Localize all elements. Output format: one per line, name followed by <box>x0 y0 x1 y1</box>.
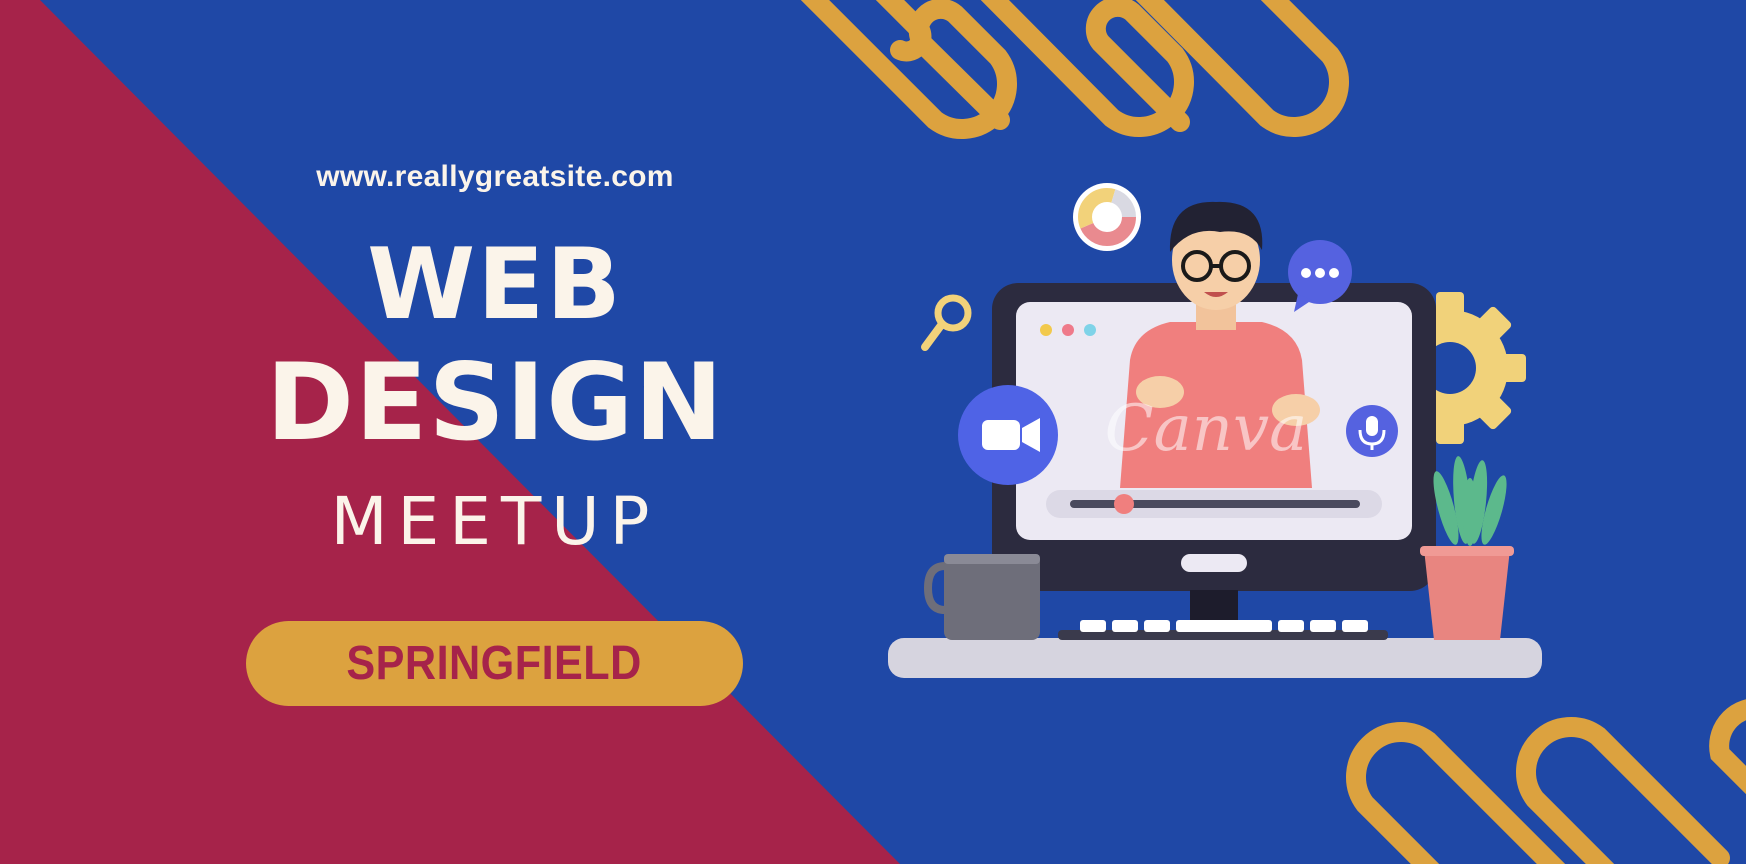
plant-icon <box>1420 456 1514 640</box>
window-dot-pink <box>1062 324 1074 336</box>
mug-icon <box>923 554 1040 640</box>
window-dot-yellow <box>1040 324 1052 336</box>
magnifier-icon <box>921 294 972 351</box>
computer-illustration: Canva <box>888 183 1542 678</box>
canva-watermark: Canva <box>1105 392 1308 466</box>
monitor-logo-slot <box>1181 554 1247 572</box>
donut-chart-icon <box>1073 183 1141 251</box>
watermark-text: Canva <box>1105 392 1308 466</box>
desk-surface <box>888 638 1542 678</box>
window-dot-cyan <box>1084 324 1096 336</box>
microphone-icon <box>1346 405 1398 457</box>
video-progress-bar <box>1070 500 1360 508</box>
video-camera-icon <box>958 385 1058 485</box>
video-progress-knob <box>1114 494 1134 514</box>
monitor-stand <box>1190 590 1238 622</box>
poster-canvas: www.reallygreatsite.com WEB DESIGN MEETU… <box>0 0 1746 864</box>
keyboard-keys <box>1080 620 1368 632</box>
